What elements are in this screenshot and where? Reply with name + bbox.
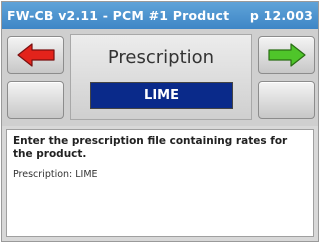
previous-page-button[interactable] [7,36,64,74]
help-panel: Enter the prescription file containing r… [6,129,314,237]
device-screen: FW-CB v2.11 - PCM #1 Product p 12.003 Pr… [1,1,319,242]
blank-left-button[interactable] [7,81,64,119]
next-page-button[interactable] [258,36,315,74]
prescription-value: LIME [144,88,179,103]
left-arrow-icon [16,43,55,67]
header-panel: Prescription LIME [2,29,318,126]
app-title: FW-CB v2.11 - PCM #1 Product [7,8,230,23]
right-arrow-icon [267,43,306,67]
help-detail: Prescription: LIME [13,169,98,180]
title-bar: FW-CB v2.11 - PCM #1 Product p 12.003 [2,2,318,29]
page-title: Prescription [107,47,215,68]
help-text: Enter the prescription file containing r… [13,135,288,160]
page-number: p 12.003 [249,8,313,23]
prescription-value-field[interactable]: LIME [90,82,233,109]
blank-right-button[interactable] [258,81,315,119]
page-header: Prescription LIME [70,34,252,120]
